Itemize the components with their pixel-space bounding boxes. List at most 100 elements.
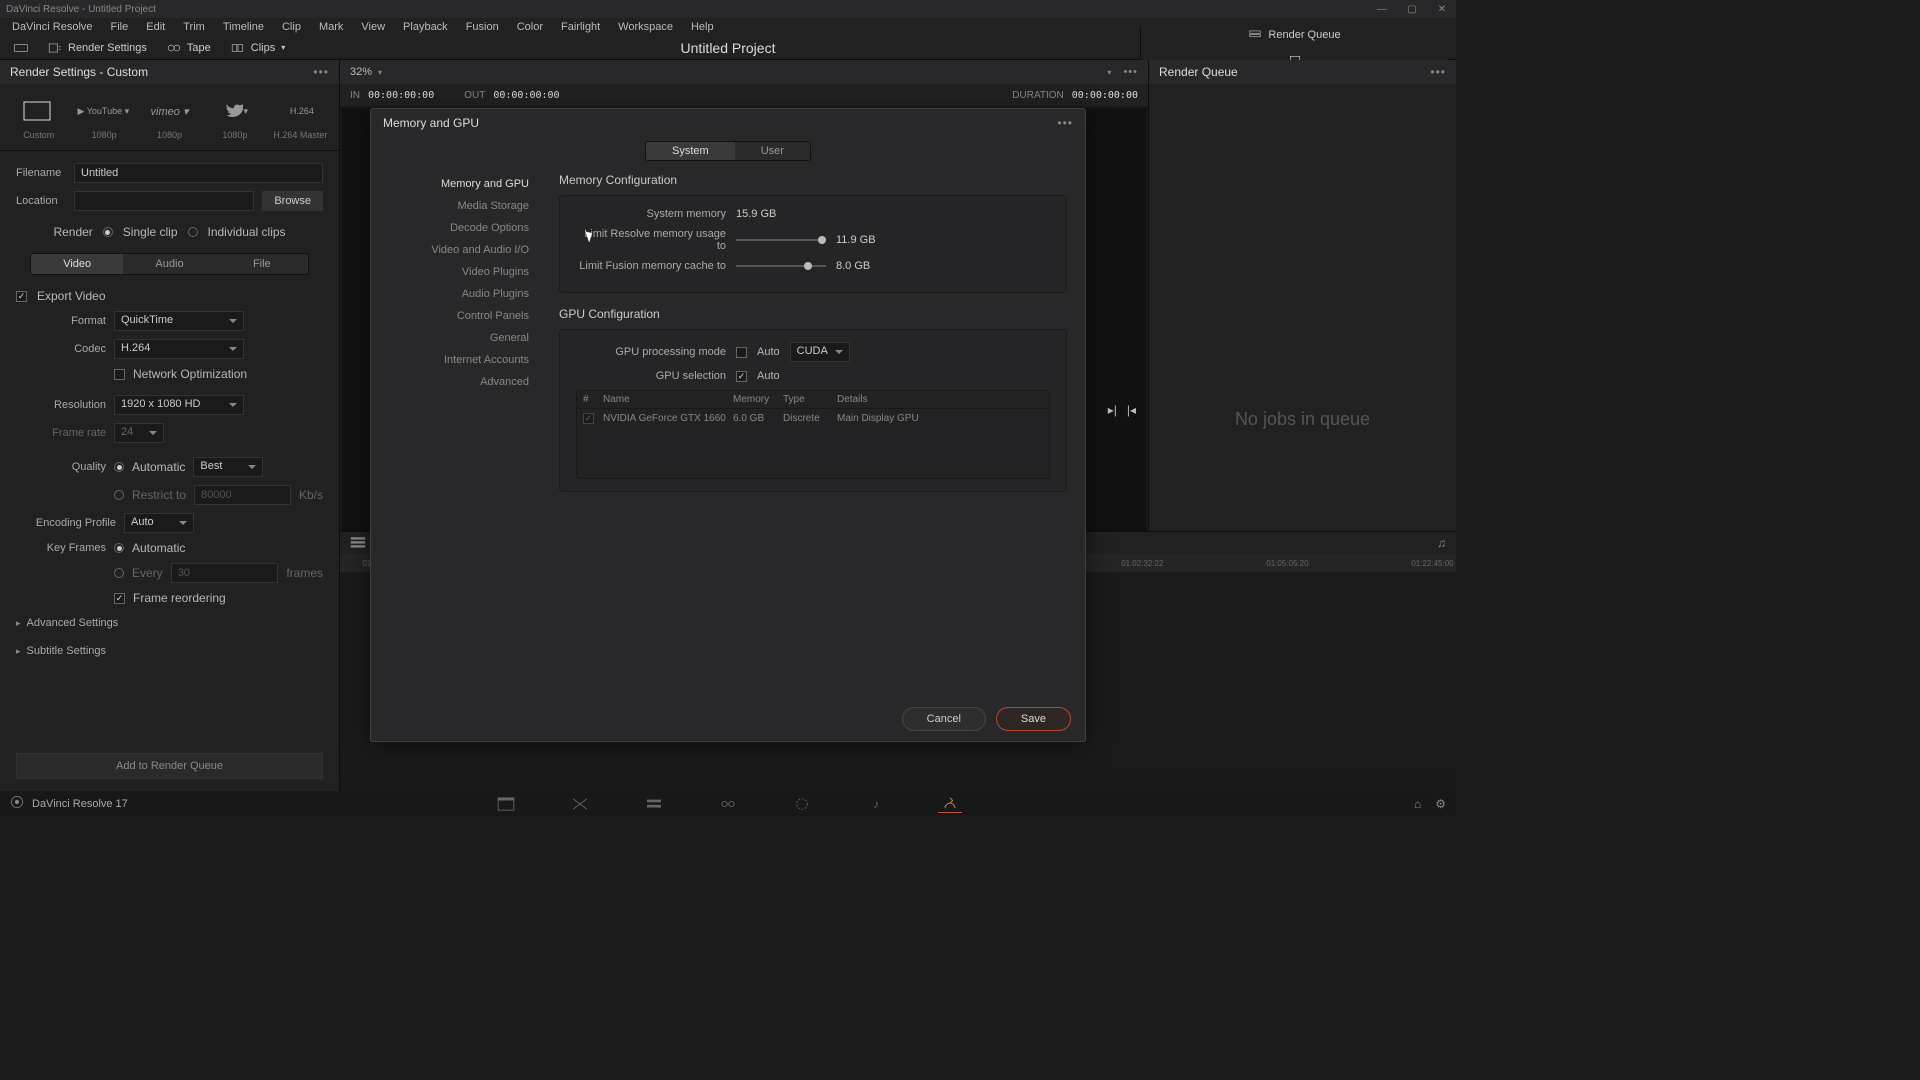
kf-every-radio[interactable] (114, 568, 124, 578)
subtitle-settings-expand[interactable]: Subtitle Settings (16, 641, 323, 661)
panel-menu-icon[interactable]: ••• (313, 65, 329, 79)
codec-select[interactable]: H.264 (114, 339, 244, 359)
sidebar-item-decode[interactable]: Decode Options (371, 217, 541, 239)
advanced-settings-expand[interactable]: Advanced Settings (16, 613, 323, 633)
format-select[interactable]: QuickTime (114, 311, 244, 331)
filename-input[interactable] (74, 163, 323, 183)
window-titlebar: DaVinci Resolve - Untitled Project — ▢ ✕ (0, 0, 1456, 18)
page-deliver[interactable] (938, 795, 962, 813)
minimize-icon[interactable]: — (1374, 4, 1390, 15)
browse-button[interactable]: Browse (262, 191, 323, 211)
format-label: Format (16, 315, 106, 327)
menu-item[interactable]: Playback (395, 19, 456, 35)
reorder-checkbox[interactable] (114, 593, 125, 604)
sidebar-item-media-storage[interactable]: Media Storage (371, 195, 541, 217)
menu-item[interactable]: Help (683, 19, 722, 35)
preset-custom[interactable] (6, 92, 68, 130)
tab-user[interactable]: User (735, 142, 810, 160)
sidebar-item-internet-accounts[interactable]: Internet Accounts (371, 349, 541, 371)
sidebar-item-video-audio-io[interactable]: Video and Audio I/O (371, 239, 541, 261)
sidebar-item-control-panels[interactable]: Control Panels (371, 305, 541, 327)
chevron-down-icon[interactable]: ▾ (1107, 68, 1111, 77)
page-media[interactable] (494, 795, 518, 813)
individual-clips-radio[interactable] (188, 227, 198, 237)
menu-item[interactable]: View (353, 19, 393, 35)
sidebar-item-video-plugins[interactable]: Video Plugins (371, 261, 541, 283)
panel-menu-icon[interactable]: ••• (1430, 65, 1446, 79)
sidebar-item-audio-plugins[interactable]: Audio Plugins (371, 283, 541, 305)
tape-button[interactable]: Tape (161, 40, 217, 56)
next-icon[interactable]: ▸| (1108, 403, 1117, 417)
quick-export-button[interactable] (8, 40, 34, 56)
resolution-select[interactable]: 1920 x 1080 HD (114, 395, 244, 415)
last-icon[interactable]: |◂ (1127, 403, 1136, 417)
menu-item[interactable]: Fairlight (553, 19, 608, 35)
location-input[interactable] (74, 191, 254, 211)
zoom-value[interactable]: 32% (350, 66, 372, 78)
music-icon[interactable]: ♫ (1437, 536, 1446, 550)
menu-item[interactable]: Mark (311, 19, 351, 35)
menu-item[interactable]: File (103, 19, 137, 35)
gpu-row[interactable]: NVIDIA GeForce GTX 1660 6.0 GB Discrete … (577, 409, 1049, 428)
clips-button[interactable]: Clips ▾ (225, 40, 291, 56)
single-clip-radio[interactable] (103, 227, 113, 237)
sidebar-item-memory-gpu[interactable]: Memory and GPU (371, 173, 541, 195)
project-settings-icon[interactable]: ⚙ (1435, 797, 1446, 811)
menu-item[interactable]: Timeline (215, 19, 272, 35)
quality-auto-radio[interactable] (114, 462, 124, 472)
out-timecode[interactable]: 00:00:00:00 (493, 90, 559, 101)
render-settings-button[interactable]: Render Settings (42, 40, 153, 56)
restrict-radio[interactable] (114, 490, 124, 500)
page-edit[interactable] (642, 795, 666, 813)
page-color[interactable] (790, 795, 814, 813)
limit-fusion-slider[interactable] (736, 265, 826, 267)
tab-video[interactable]: Video (31, 254, 123, 274)
preset-label: H.264 Master (268, 130, 333, 140)
tab-audio[interactable]: Audio (123, 254, 215, 274)
render-queue-button[interactable]: Render Queue (1242, 27, 1346, 43)
viewer-menu-icon[interactable]: ••• (1123, 66, 1138, 78)
menu-item[interactable]: Workspace (610, 19, 681, 35)
menu-item[interactable]: DaVinci Resolve (4, 19, 101, 35)
cancel-button[interactable]: Cancel (902, 707, 986, 731)
sidebar-item-advanced[interactable]: Advanced (371, 371, 541, 393)
preset-twitter[interactable]: ▾ (205, 92, 267, 130)
maximize-icon[interactable]: ▢ (1404, 4, 1420, 15)
gpu-selection-auto-checkbox[interactable] (736, 371, 747, 382)
system-memory-value: 15.9 GB (736, 208, 780, 220)
menu-item[interactable]: Fusion (458, 19, 507, 35)
export-video-checkbox[interactable] (16, 291, 27, 302)
preset-youtube[interactable]: ▶ YouTube ▾ (72, 92, 134, 130)
home-icon[interactable]: ⌂ (1414, 797, 1421, 811)
timeline-view-icon[interactable] (350, 535, 366, 552)
gpu-mode-auto-checkbox[interactable] (736, 347, 747, 358)
dialog-menu-icon[interactable]: ••• (1057, 116, 1073, 130)
menu-item[interactable]: Color (509, 19, 551, 35)
add-to-render-queue-button[interactable]: Add to Render Queue (16, 753, 323, 779)
tab-system[interactable]: System (646, 142, 735, 160)
kf-auto-radio[interactable] (114, 543, 124, 553)
prefs-sidebar: Memory and GPU Media Storage Decode Opti… (371, 165, 541, 697)
page-fusion[interactable] (716, 795, 740, 813)
page-fairlight[interactable]: ♪ (864, 795, 888, 813)
netopt-checkbox[interactable] (114, 369, 125, 380)
sidebar-item-general[interactable]: General (371, 327, 541, 349)
tab-file[interactable]: File (216, 254, 308, 274)
menu-item[interactable]: Trim (175, 19, 213, 35)
in-timecode[interactable]: 00:00:00:00 (368, 90, 434, 101)
page-cut[interactable] (568, 795, 592, 813)
col-details: Details (837, 394, 1043, 405)
quality-select[interactable]: Best (193, 457, 263, 477)
close-icon[interactable]: ✕ (1434, 4, 1450, 15)
export-video-label: Export Video (37, 289, 106, 303)
limit-resolve-slider[interactable] (736, 239, 826, 241)
chevron-down-icon[interactable]: ▾ (378, 68, 382, 77)
gpu-mode-select[interactable]: CUDA (790, 342, 850, 362)
col-type: Type (783, 394, 837, 405)
encprofile-select[interactable]: Auto (124, 513, 194, 533)
menu-item[interactable]: Clip (274, 19, 309, 35)
preset-vimeo[interactable]: vimeo ▾ (138, 92, 200, 130)
preset-h264[interactable]: H.264 (271, 92, 333, 130)
menu-item[interactable]: Edit (138, 19, 173, 35)
save-button[interactable]: Save (996, 707, 1071, 731)
